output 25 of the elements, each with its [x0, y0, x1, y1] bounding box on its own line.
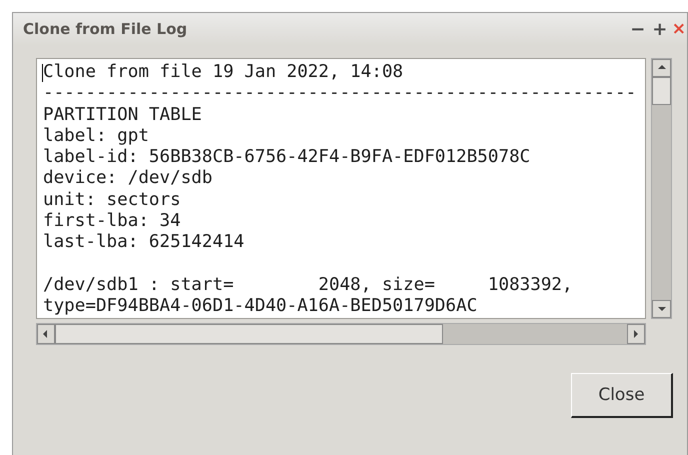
log-line: device: /dev/sdb: [43, 168, 212, 190]
log-line: last-lba: 625142414: [43, 232, 244, 254]
close-button[interactable]: Close: [571, 373, 673, 418]
log-line: /dev/sdb1 : start= 2048, size= 1083392,: [43, 274, 573, 296]
log-line: unit: sectors: [43, 190, 181, 212]
log-line: label: gpt: [43, 126, 149, 148]
scroll-right-button[interactable]: [627, 324, 645, 344]
log-line: --------------------------------------------------------: [43, 83, 636, 105]
vertical-scrollbar[interactable]: [651, 58, 672, 319]
scrollbar-thumb[interactable]: [652, 77, 671, 105]
minimize-button[interactable]: −: [628, 18, 648, 40]
log-line: type=DF94BBA4-06D1-4D40-A16A-BED50179D6AC: [43, 296, 478, 318]
scroll-up-button[interactable]: [652, 59, 671, 77]
horizontal-scrollbar[interactable]: [36, 323, 646, 345]
scrollbar-thumb[interactable]: [55, 324, 443, 344]
scroll-down-button[interactable]: [652, 300, 671, 318]
text-cursor: [42, 64, 43, 82]
scroll-left-button[interactable]: [37, 324, 55, 344]
log-line: label-id: 56BB38CB-6756-42F4-B9FA-EDF012B5078C: [43, 147, 530, 168]
log-line: PARTITION TABLE: [43, 104, 202, 126]
maximize-button[interactable]: +: [650, 18, 670, 40]
log-line: Clone from file 19 Jan 2022, 14:08: [43, 62, 404, 84]
window-title: Clone from File Log: [23, 20, 188, 38]
log-line: first-lba: 34: [43, 211, 181, 232]
log-text-area[interactable]: [36, 58, 646, 319]
